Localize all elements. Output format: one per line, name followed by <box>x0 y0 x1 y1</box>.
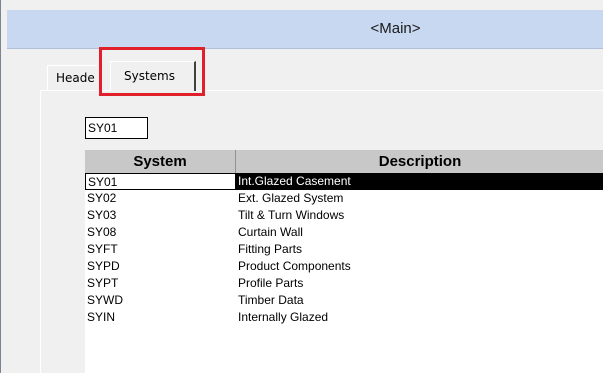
table-row[interactable]: SYPT Profile Parts <box>85 275 603 292</box>
table-row[interactable]: SYWD Timber Data <box>85 292 603 309</box>
cell-description: Ext. Glazed System <box>238 191 344 205</box>
table-row[interactable]: SYIN Internally Glazed <box>85 309 603 326</box>
main-window: <Main> Heade Systems SY01 System Descrip… <box>0 0 603 373</box>
table-row[interactable]: SYPD Product Components <box>85 258 603 275</box>
cell-system: SYIN <box>87 310 116 324</box>
cell-system: SYWD <box>87 293 123 307</box>
systems-grid[interactable]: System Description SY01 Int.Glazed Caseme… <box>85 150 603 373</box>
cell-description: Tilt & Turn Windows <box>238 208 345 222</box>
tab-header[interactable]: Heade <box>47 65 97 91</box>
cell-description: Int.Glazed Casement <box>238 174 351 188</box>
table-row[interactable]: SY08 Curtain Wall <box>85 224 603 241</box>
cell-description: Curtain Wall <box>238 225 303 239</box>
window-title: <Main> <box>370 20 421 37</box>
cell-system: SYPD <box>87 259 120 273</box>
cell-system: SYPT <box>87 276 119 290</box>
cell-system: SY02 <box>87 191 117 205</box>
title-bar[interactable]: <Main> <box>7 10 603 49</box>
column-header-description[interactable]: Description <box>236 150 603 173</box>
cell-description: Product Components <box>238 259 351 273</box>
highlight-annotation <box>99 47 205 96</box>
cell-system: SYFT <box>87 242 118 256</box>
table-row[interactable]: SY03 Tilt & Turn Windows <box>85 207 603 224</box>
column-header-system[interactable]: System <box>85 150 236 173</box>
cell-system: SY03 <box>87 208 117 222</box>
cell-description: Timber Data <box>238 293 304 307</box>
table-row[interactable]: SYFT Fitting Parts <box>85 241 603 258</box>
grid-header: System Description <box>85 150 603 174</box>
system-search-input[interactable]: SY01 <box>85 117 148 139</box>
cell-description: Internally Glazed <box>238 310 329 324</box>
cell-description: Profile Parts <box>238 276 304 290</box>
table-row[interactable]: SY02 Ext. Glazed System <box>85 190 603 207</box>
cell-system: SY01 <box>85 173 236 190</box>
cell-system: SY08 <box>87 225 117 239</box>
table-row[interactable]: SY01 Int.Glazed Casement <box>85 173 603 190</box>
cell-description: Fitting Parts <box>238 242 303 256</box>
